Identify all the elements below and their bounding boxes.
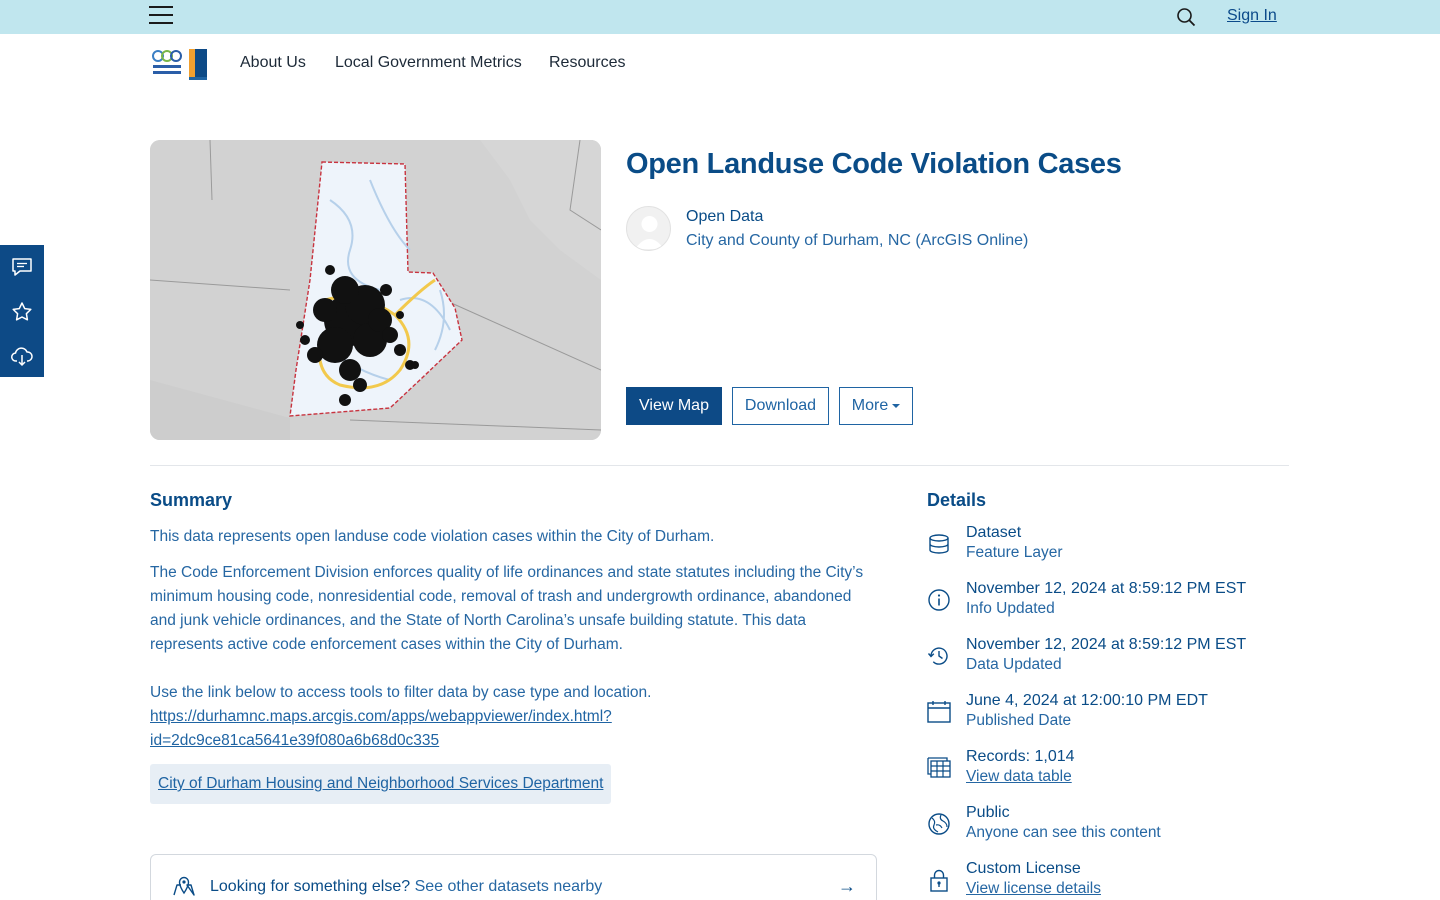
durham-logo-icon[interactable]	[152, 47, 210, 81]
owner-avatar	[626, 206, 671, 251]
webapp-link-line-2[interactable]: id=2dc9ce81ca5641e39f080a6b68d0c335	[150, 732, 439, 749]
view-data-table-link[interactable]: View data table	[966, 768, 1072, 786]
star-icon[interactable]	[10, 300, 34, 324]
nav-about-us[interactable]: About Us	[240, 54, 306, 72]
nav-local-government-metrics[interactable]: Local Government Metrics	[335, 54, 522, 72]
department-link-box: City of Durham Housing and Neighborhood …	[150, 764, 612, 804]
hamburger-icon[interactable]	[149, 6, 173, 28]
detail-info-updated-sub: Info Updated	[966, 600, 1055, 617]
side-toolbar	[0, 245, 44, 377]
details-heading: Details	[927, 490, 987, 510]
nearby-text: Looking for something else? See other da…	[210, 878, 602, 896]
detail-type-sub: Feature Layer	[966, 544, 1063, 561]
arrow-right-icon: →	[838, 876, 856, 896]
department-link[interactable]: City of Durham Housing and Neighborhood …	[158, 775, 603, 793]
map-thumbnail-image	[150, 140, 601, 440]
webapp-link-line-1[interactable]: https://durhamnc.maps.arcgis.com/apps/we…	[150, 708, 612, 725]
top-bar: Sign In	[0, 0, 1440, 34]
nearby-datasets-card[interactable]: Looking for something else? See other da…	[150, 854, 877, 900]
detail-info-updated: November 12, 2024 at 8:59:12 PM EST	[966, 580, 1247, 597]
lock-icon	[930, 869, 948, 892]
webapp-link-block: https://durhamnc.maps.arcgis.com/apps/we…	[150, 705, 875, 753]
nav-resources[interactable]: Resources	[549, 54, 625, 72]
owner-name[interactable]: Open Data	[686, 208, 763, 226]
more-dropdown-button[interactable]: More	[839, 387, 913, 425]
dataset-title: Open Landuse Code Violation Cases	[626, 148, 1122, 180]
search-icon[interactable]	[1176, 7, 1196, 27]
caret-down-icon	[892, 404, 901, 408]
owner-organization: City and County of Durham, NC (ArcGIS On…	[686, 232, 1029, 249]
calendar-icon	[927, 701, 951, 723]
detail-access-sub: Anyone can see this content	[966, 824, 1161, 841]
summary-paragraph-1: This data represents open landuse code v…	[150, 528, 715, 545]
detail-license: Custom License	[966, 860, 1081, 877]
sign-in-link[interactable]: Sign In	[1227, 7, 1277, 25]
table-icon	[927, 757, 951, 778]
cloud-download-icon[interactable]	[10, 344, 34, 368]
section-divider	[150, 465, 1289, 466]
history-icon	[927, 647, 948, 665]
dataset-thumbnail-map[interactable]	[150, 140, 601, 440]
comment-icon[interactable]	[10, 255, 34, 279]
detail-data-updated: November 12, 2024 at 8:59:12 PM EST	[966, 636, 1247, 653]
detail-type: Dataset	[966, 524, 1022, 541]
download-button[interactable]: Download	[732, 387, 829, 425]
detail-published-sub: Published Date	[966, 712, 1072, 729]
view-map-button[interactable]: View Map	[626, 387, 722, 425]
detail-records: Records: 1,014	[966, 748, 1075, 765]
user-avatar-icon	[635, 216, 664, 249]
detail-data-updated-sub: Data Updated	[966, 656, 1062, 673]
globe-icon	[928, 813, 950, 835]
view-license-link[interactable]: View license details	[966, 880, 1101, 898]
summary-heading: Summary	[150, 490, 233, 510]
detail-access: Public	[966, 804, 1010, 821]
detail-published: June 4, 2024 at 12:00:10 PM EDT	[966, 692, 1208, 709]
info-icon	[928, 589, 950, 611]
nearby-lead: Looking for something else?	[210, 878, 411, 895]
nearby-rest: See other datasets nearby	[410, 878, 603, 895]
summary-paragraph-2: The Code Enforcement Division enforces q…	[150, 564, 864, 653]
more-label: More	[851, 397, 889, 414]
summary-paragraph-3: Use the link below to access tools to fi…	[150, 684, 652, 701]
database-icon	[929, 534, 949, 554]
map-pin-icon	[173, 876, 195, 896]
